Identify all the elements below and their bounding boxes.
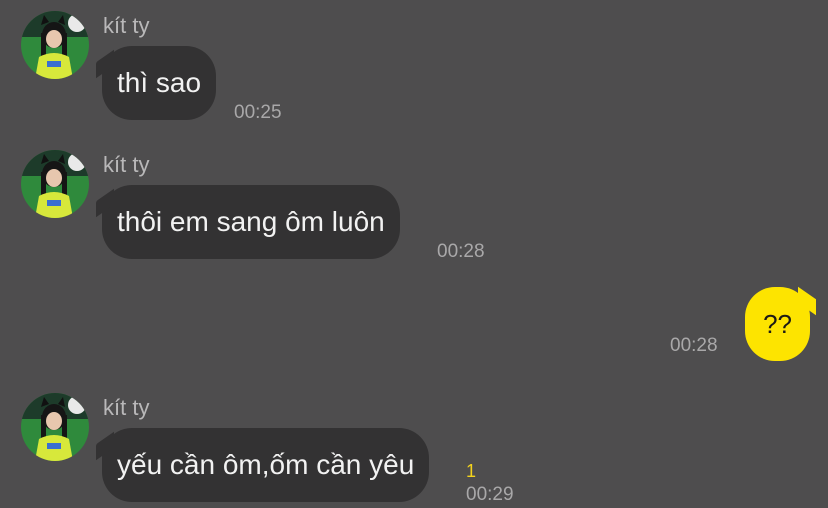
avatar[interactable] bbox=[21, 393, 89, 461]
message-bubble-outgoing[interactable]: ?? bbox=[745, 287, 810, 361]
message-text: yếu cần ôm,ốm cần yêu bbox=[117, 449, 415, 480]
message-bubble[interactable]: yếu cần ôm,ốm cần yêu bbox=[102, 428, 430, 502]
chat-thread[interactable]: kít ty thì sao 00:25 kít ty thôi em sang… bbox=[0, 0, 828, 508]
sender-name: kít ty bbox=[103, 13, 150, 38]
message-time: 00:29 bbox=[466, 484, 514, 505]
message-time: 00:28 bbox=[437, 241, 485, 262]
sender-name: kít ty bbox=[103, 395, 150, 420]
avatar[interactable] bbox=[21, 11, 89, 79]
message-time: 00:28 bbox=[670, 335, 718, 356]
sender-name: kít ty bbox=[103, 152, 150, 177]
message-text: thì sao bbox=[117, 67, 202, 98]
message-text: ?? bbox=[763, 309, 792, 339]
message-bubble[interactable]: thôi em sang ôm luôn bbox=[102, 185, 400, 259]
unread-count-badge: 1 bbox=[466, 461, 477, 481]
message-text: thôi em sang ôm luôn bbox=[117, 206, 385, 237]
message-bubble[interactable]: thì sao bbox=[102, 46, 217, 120]
message-time: 00:25 bbox=[234, 102, 282, 123]
avatar[interactable] bbox=[21, 150, 89, 218]
